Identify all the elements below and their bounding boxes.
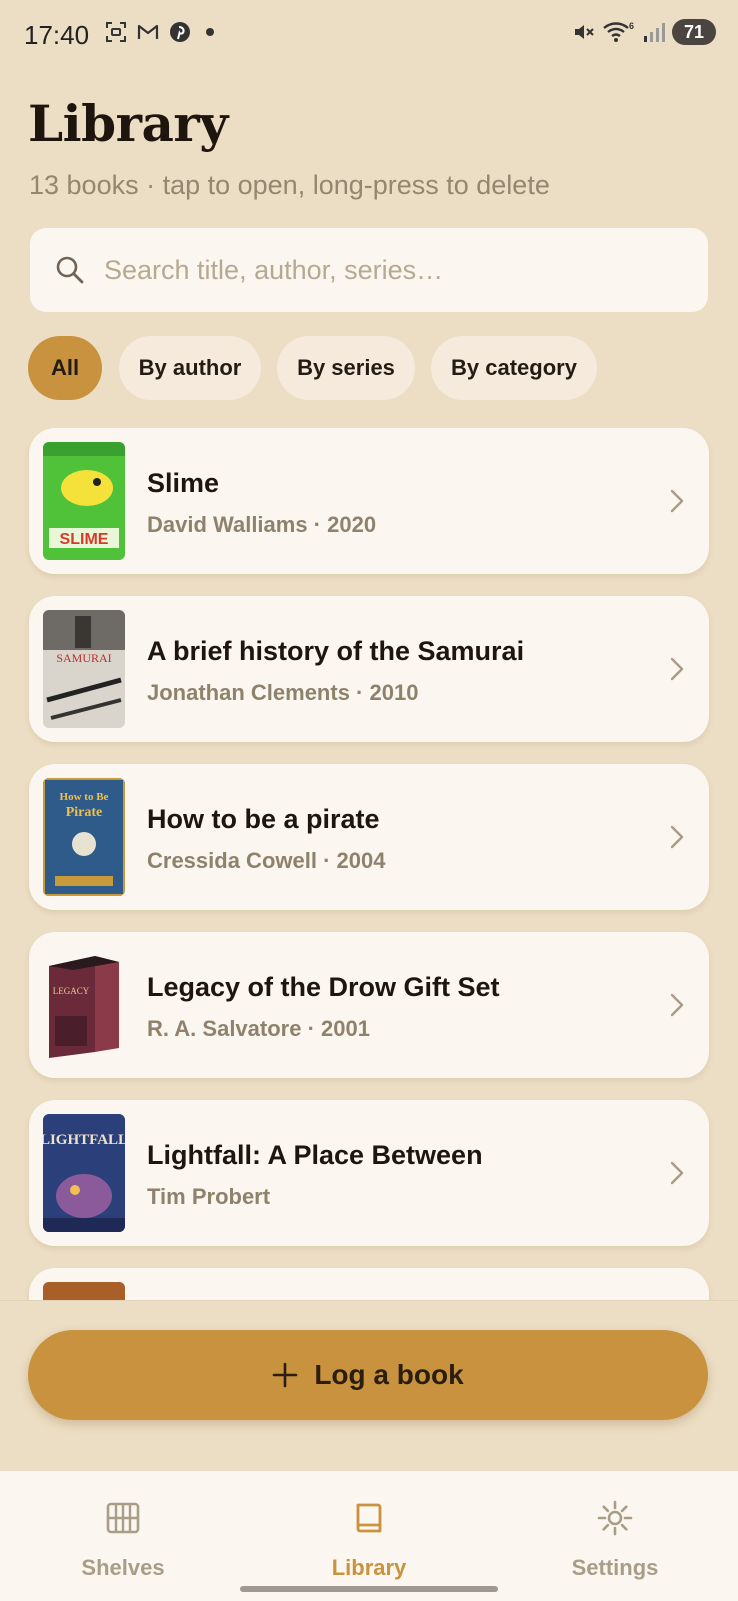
book-cover: SLIME xyxy=(43,442,125,560)
status-time: 17:40 xyxy=(24,20,90,50)
notification-dot-icon xyxy=(206,28,214,36)
book-meta: Tim Probert xyxy=(147,1184,271,1209)
book-icon xyxy=(356,1503,382,1533)
search-box[interactable] xyxy=(30,228,708,312)
gmail-icon xyxy=(137,24,159,39)
book-meta: R. A. Salvatore · 2001 xyxy=(147,1016,370,1041)
nav-item-settings[interactable]: Settings xyxy=(492,1471,738,1601)
bottom-nav: Shelves Library Settings xyxy=(0,1470,738,1601)
book-title: Legacy of the Drow Gift Set xyxy=(147,972,500,1002)
nav-item-shelves[interactable]: Shelves xyxy=(0,1471,246,1601)
book-cover: SAMURAI xyxy=(43,610,125,728)
book-title: Lightfall: A Place Between xyxy=(147,1140,483,1170)
book-cover: LIGHTFALL xyxy=(43,1114,125,1232)
book-card[interactable]: SAMURAI A brief history of the Samurai J… xyxy=(29,596,709,742)
book-title: A brief history of the Samurai xyxy=(147,636,525,666)
mute-icon xyxy=(574,25,594,39)
nav-label: Settings xyxy=(571,1555,659,1580)
shelves-icon xyxy=(106,1502,140,1534)
page-subtitle: 13 books · tap to open, long-press to de… xyxy=(29,170,550,200)
svg-text:SAMURAI: SAMURAI xyxy=(56,651,111,665)
book-card[interactable]: How to Be Pirate How to be a pirate Cress… xyxy=(29,764,709,910)
book-card[interactable]: LEGACY Legacy of the Drow Gift Set R. A.… xyxy=(29,932,709,1078)
search-icon xyxy=(56,256,84,284)
svg-text:Pirate: Pirate xyxy=(66,805,103,820)
book-list: SLIME Slime David Walliams · 2020 SAMURA… xyxy=(0,428,738,1308)
search-input[interactable] xyxy=(104,228,684,312)
nav-item-library[interactable]: Library xyxy=(246,1471,492,1601)
chevron-right-icon xyxy=(670,489,684,513)
book-card[interactable]: SLIME Slime David Walliams · 2020 xyxy=(29,428,709,574)
signal-icon xyxy=(643,23,665,42)
log-book-button[interactable]: Log a book xyxy=(28,1330,708,1420)
screenshot-icon xyxy=(106,22,126,42)
svg-text:LEGACY: LEGACY xyxy=(53,986,90,996)
nav-label: Library xyxy=(331,1555,407,1580)
status-left-icons xyxy=(104,20,214,44)
log-book-label: Log a book xyxy=(314,1359,464,1390)
svg-text:LIGHTFALL: LIGHTFALL xyxy=(43,1132,125,1148)
book-meta: Jonathan Clements · 2010 xyxy=(147,680,419,705)
chevron-right-icon xyxy=(670,825,684,849)
wifi-icon: 6 xyxy=(603,21,634,42)
book-meta: Cressida Cowell · 2004 xyxy=(147,848,386,873)
svg-text:6: 6 xyxy=(629,21,634,31)
filter-chip-all[interactable]: All xyxy=(28,336,102,400)
battery-indicator: 71 xyxy=(671,19,716,45)
book-meta: David Walliams · 2020 xyxy=(147,512,377,537)
chevron-right-icon xyxy=(670,657,684,681)
filter-chip-by-category[interactable]: By category xyxy=(431,336,597,400)
status-bar: 17:40 6 71 xyxy=(0,0,738,70)
book-title: How to be a pirate xyxy=(147,804,380,834)
filter-chip-by-series[interactable]: By series xyxy=(277,336,415,400)
book-card[interactable]: LIGHTFALL Lightfall: A Place Between Tim… xyxy=(29,1100,709,1246)
filter-chip-by-author[interactable]: By author xyxy=(119,336,261,400)
chevron-right-icon xyxy=(670,1161,684,1185)
book-cover: LEGACY xyxy=(43,946,125,1064)
book-cover: How to Be Pirate xyxy=(43,778,125,896)
nav-label: Shelves xyxy=(81,1555,165,1580)
home-indicator[interactable] xyxy=(240,1586,498,1592)
book-title: Slime xyxy=(147,468,220,498)
plus-icon xyxy=(273,1362,298,1388)
page-title: Library xyxy=(28,94,228,153)
chevron-right-icon xyxy=(670,993,684,1017)
svg-text:SLIME: SLIME xyxy=(60,531,109,548)
gear-icon xyxy=(597,1500,633,1536)
status-right-icons: 6 71 xyxy=(572,19,716,45)
pinterest-icon xyxy=(170,22,190,42)
svg-text:How to Be: How to Be xyxy=(60,791,109,803)
